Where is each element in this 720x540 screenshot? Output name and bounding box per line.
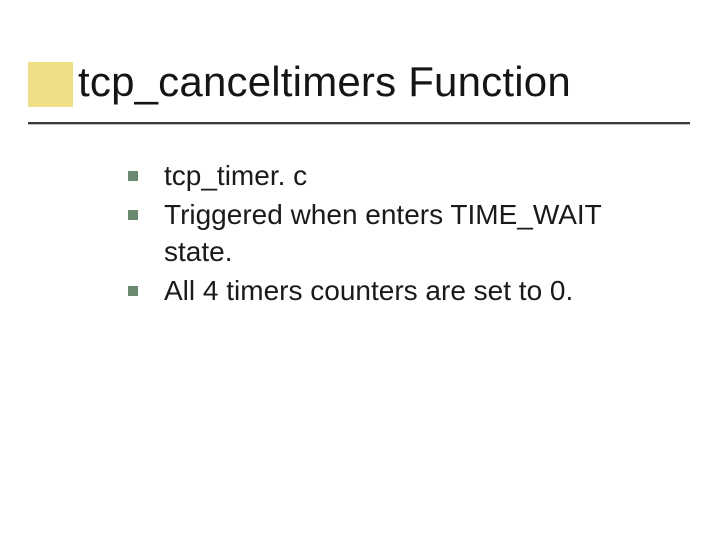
list-item: tcp_timer. c (120, 158, 660, 195)
slide-title: tcp_canceltimers Function (78, 58, 680, 106)
list-item: All 4 timers counters are set to 0. (120, 273, 660, 310)
bullet-list: tcp_timer. c Triggered when enters TIME_… (120, 158, 660, 310)
title-accent-box (28, 62, 73, 107)
body-content: tcp_timer. c Triggered when enters TIME_… (120, 158, 660, 312)
list-item: Triggered when enters TIME_WAIT state. (120, 197, 660, 271)
square-bullet-icon (128, 286, 138, 296)
slide: tcp_canceltimers Function tcp_timer. c T… (0, 0, 720, 540)
square-bullet-icon (128, 210, 138, 220)
list-item-text: Triggered when enters TIME_WAIT state. (164, 199, 601, 267)
list-item-text: All 4 timers counters are set to 0. (164, 275, 573, 306)
list-item-text: tcp_timer. c (164, 160, 307, 191)
title-underline (28, 122, 690, 124)
title-container: tcp_canceltimers Function (78, 58, 680, 106)
square-bullet-icon (128, 171, 138, 181)
